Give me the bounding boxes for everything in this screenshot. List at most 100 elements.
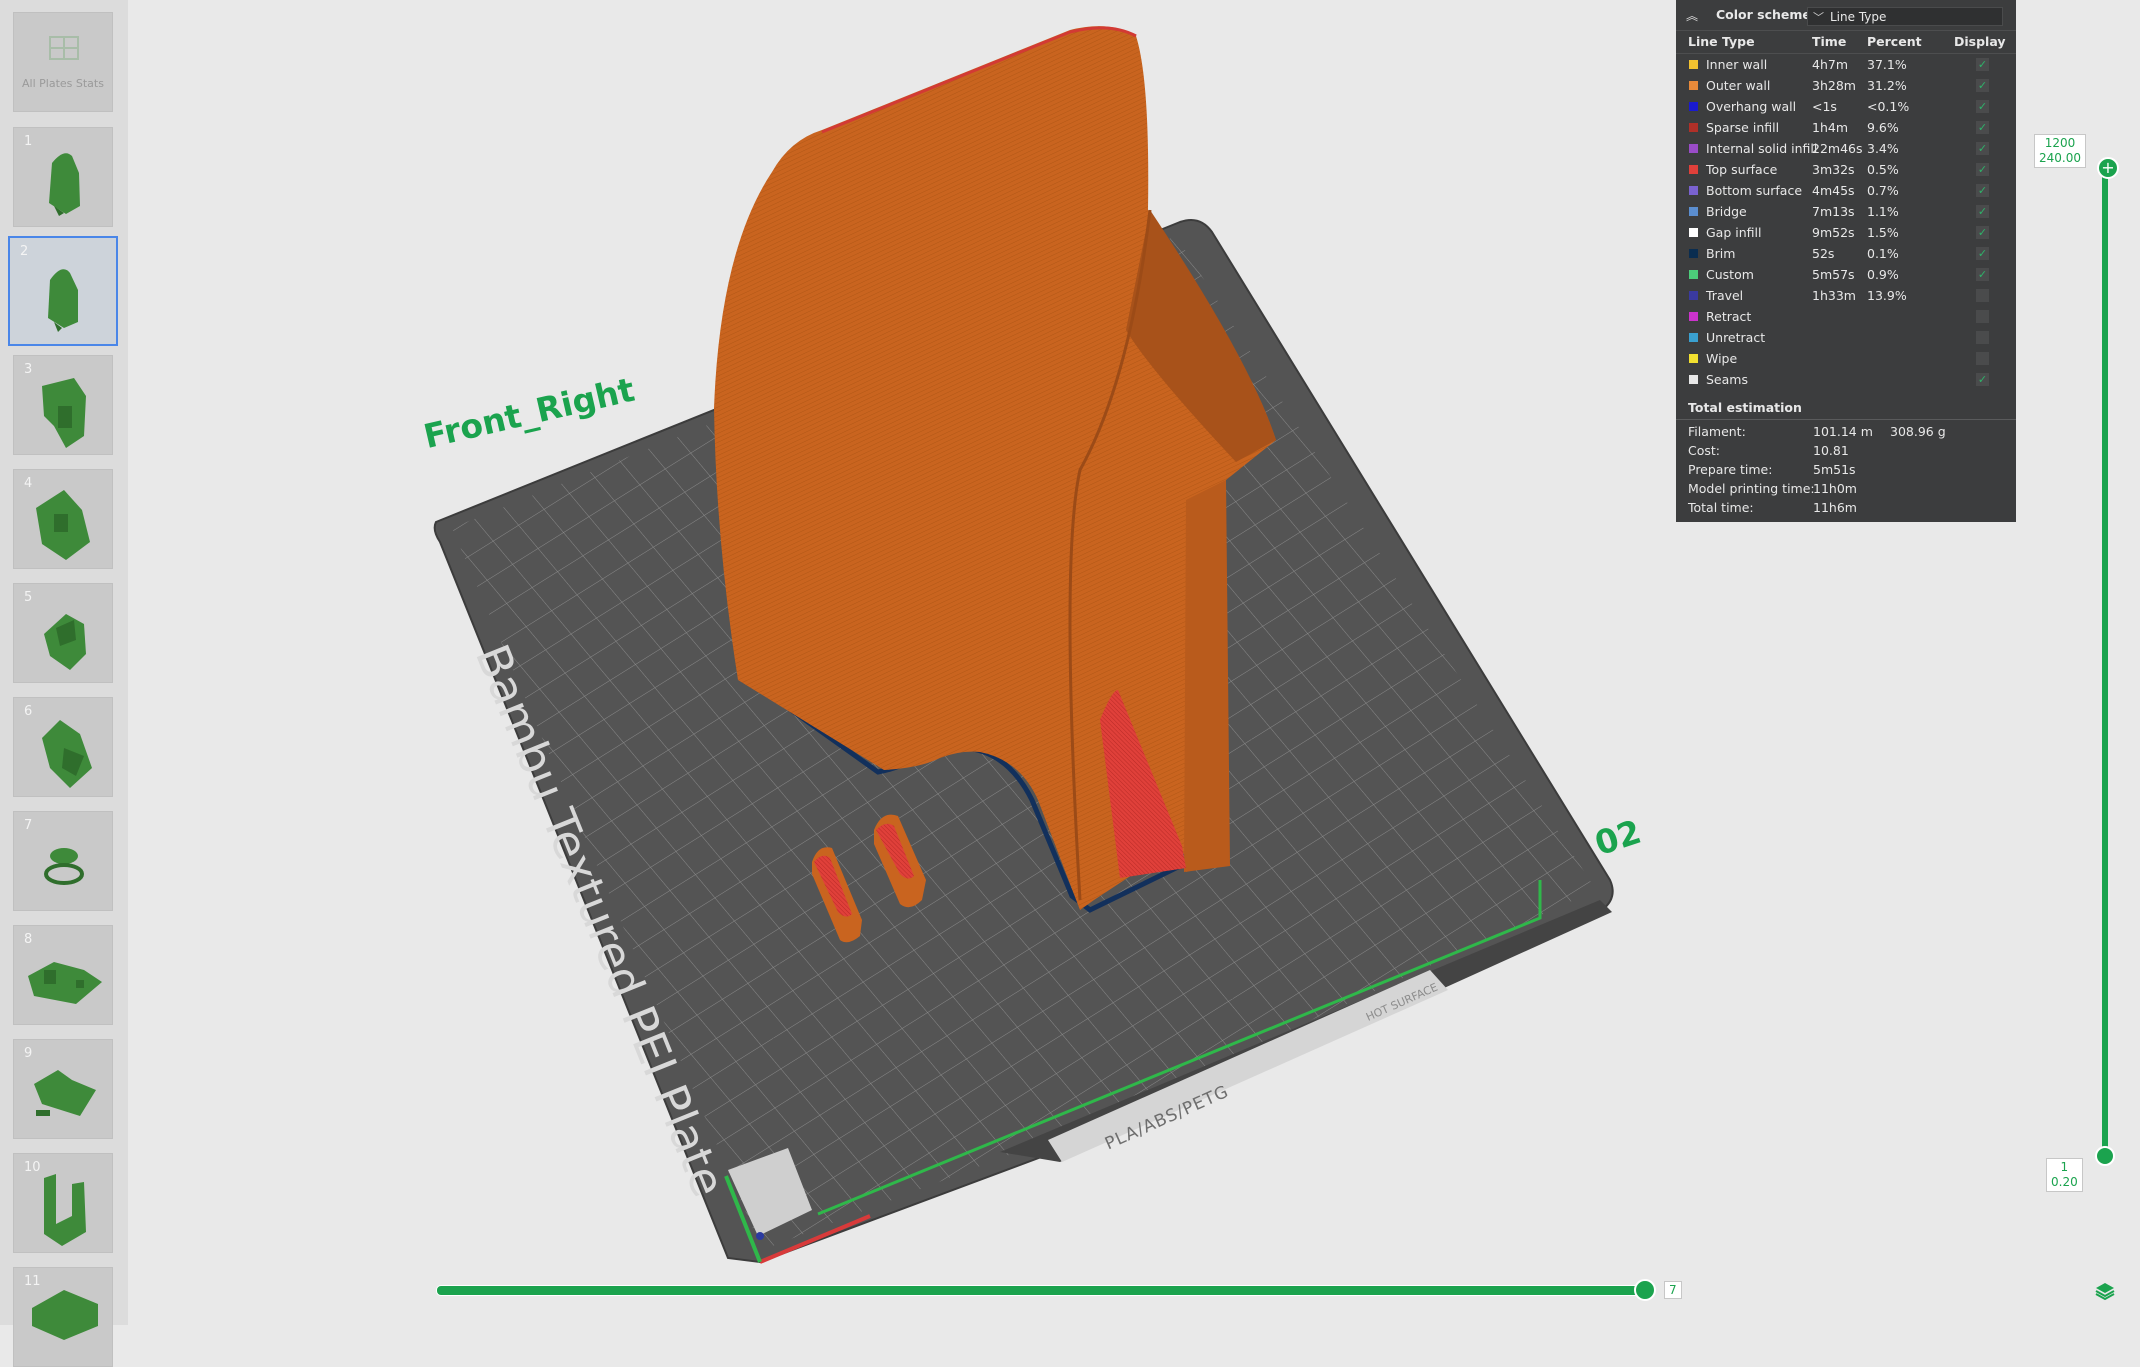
display-checkbox[interactable]: ✓ (1976, 373, 1989, 386)
plate-thumbnail-4[interactable]: 4 (13, 469, 113, 569)
layer-slider-track[interactable] (2102, 168, 2108, 1156)
line-type-swatch (1689, 291, 1698, 300)
line-type-label: Travel (1706, 288, 1744, 303)
legend-row: Sparse infill 1h4m 9.6% ✓ (1676, 117, 2016, 138)
legend-row: Bottom surface 4m45s 0.7% ✓ (1676, 180, 2016, 201)
plate-thumbnail-11[interactable]: 11 (13, 1267, 113, 1367)
line-type-time: 4m45s (1812, 183, 1855, 198)
line-type-percent: 37.1% (1867, 57, 1907, 72)
legend-row: Wipe (1676, 348, 2016, 369)
legend-title: Color scheme (1716, 7, 1811, 22)
column-percent: Percent (1867, 34, 1922, 49)
line-type-swatch (1689, 81, 1698, 90)
plate-thumbnail-5[interactable]: 5 (13, 583, 113, 683)
layer-slider-bottom-handle[interactable] (2095, 1146, 2115, 1166)
prepare-time-value: 5m51s (1813, 462, 1856, 477)
line-type-label: Overhang wall (1706, 99, 1797, 114)
move-slider-value: 7 (1664, 1281, 1682, 1299)
display-checkbox[interactable] (1976, 331, 1989, 344)
legend-row: Outer wall 3h28m 31.2% ✓ (1676, 75, 2016, 96)
plate-thumbnail-3[interactable]: 3 (13, 355, 113, 455)
filament-weight: 308.96 g (1890, 424, 1946, 439)
top-layer-number: 1200 (2044, 136, 2076, 150)
line-type-swatch (1689, 102, 1698, 111)
line-type-swatch (1689, 249, 1698, 258)
bottom-layer-height: 0.20 (2051, 1175, 2078, 1189)
legend-row: Top surface 3m32s 0.5% ✓ (1676, 159, 2016, 180)
line-type-label: Seams (1706, 372, 1748, 387)
legend-column-headers: Line Type Time Percent Display (1676, 31, 2016, 54)
display-checkbox[interactable] (1976, 289, 1989, 302)
line-type-label: Gap infill (1706, 225, 1762, 240)
layer-slider-top-handle[interactable]: + (2097, 157, 2119, 179)
cost-label: Cost: (1688, 443, 1721, 458)
bottom-layer-number: 1 (2060, 1160, 2069, 1174)
line-type-time: 1h4m (1812, 120, 1849, 135)
line-type-time: 1h33m (1812, 288, 1856, 303)
collapse-chevron-icon[interactable]: ︽ (1686, 7, 1698, 24)
line-type-time: 3h28m (1812, 78, 1856, 93)
line-type-percent: 31.2% (1867, 78, 1907, 93)
line-type-label: Wipe (1706, 351, 1738, 366)
column-time: Time (1812, 34, 1847, 49)
plate-model-icon (42, 378, 86, 448)
plate-model-icon (44, 614, 86, 670)
display-checkbox[interactable]: ✓ (1976, 142, 1989, 155)
display-checkbox[interactable]: ✓ (1976, 58, 1989, 71)
move-slider-handle[interactable] (1634, 1279, 1656, 1301)
line-type-percent: 9.6% (1867, 120, 1899, 135)
plate-thumbnail-7[interactable]: 7 (13, 811, 113, 911)
line-type-label: Top surface (1706, 162, 1778, 177)
model-time-label: Model printing time: (1688, 481, 1815, 496)
line-type-label: Retract (1706, 309, 1752, 324)
line-type-label: Custom (1706, 267, 1754, 282)
display-checkbox[interactable]: ✓ (1976, 247, 1989, 260)
display-checkbox[interactable]: ✓ (1976, 205, 1989, 218)
line-type-swatch (1689, 186, 1698, 195)
total-time-row: Total time: 11h6m (1688, 500, 2008, 519)
color-scheme-dropdown[interactable]: ﹀ Line Type (1807, 7, 2003, 26)
plate-thumbnail-9[interactable]: 9 (13, 1039, 113, 1139)
display-checkbox[interactable]: ✓ (1976, 163, 1989, 176)
plate-model-icon (34, 1070, 96, 1116)
legend-row: Gap infill 9m52s 1.5% ✓ (1676, 222, 2016, 243)
display-checkbox[interactable]: ✓ (1976, 184, 1989, 197)
plate-model-icon (28, 962, 102, 1004)
all-plates-stats-thumbnail[interactable]: All Plates Stats (13, 12, 113, 112)
display-checkbox[interactable]: ✓ (1976, 268, 1989, 281)
all-plates-icon (49, 36, 79, 60)
line-type-percent: 13.9% (1867, 288, 1907, 303)
filament-length: 101.14 m (1813, 424, 1873, 439)
model-time-value: 11h0m (1813, 481, 1857, 496)
legend-row: Brim 52s 0.1% ✓ (1676, 243, 2016, 264)
display-checkbox[interactable] (1976, 310, 1989, 323)
plate-thumbnail-1[interactable]: 1 (13, 127, 113, 227)
display-checkbox[interactable] (1976, 352, 1989, 365)
display-checkbox[interactable]: ✓ (1976, 226, 1989, 239)
line-type-swatch (1689, 375, 1698, 384)
plate-thumbnail-8[interactable]: 8 (13, 925, 113, 1025)
display-checkbox[interactable]: ✓ (1976, 79, 1989, 92)
move-slider-track[interactable] (436, 1285, 1653, 1296)
display-checkbox[interactable]: ✓ (1976, 121, 1989, 134)
plate-thumbnail-10[interactable]: 10 (13, 1153, 113, 1253)
plate-thumbnail-6[interactable]: 6 (13, 697, 113, 797)
plate-thumbnail-2[interactable]: 2 (8, 236, 118, 346)
total-estimation: Filament: 101.14 m 308.96 g Cost: 10.81 … (1688, 424, 2008, 519)
layers-icon[interactable] (2094, 1280, 2116, 1302)
line-type-time: <1s (1812, 99, 1837, 114)
line-type-swatch (1689, 165, 1698, 174)
plate-model-icon (36, 490, 90, 560)
line-type-percent: 1.5% (1867, 225, 1899, 240)
line-type-time: 52s (1812, 246, 1835, 261)
display-checkbox[interactable]: ✓ (1976, 100, 1989, 113)
layer-slider-bottom-label: 1 0.20 (2046, 1158, 2083, 1192)
prepare-time-label: Prepare time: (1688, 462, 1773, 477)
layer-slider-top-label: 1200 240.00 (2034, 134, 2086, 168)
all-plates-label: All Plates Stats (22, 77, 104, 90)
model-time-row: Model printing time: 11h0m (1688, 481, 2008, 500)
plate-model-icon (44, 1174, 86, 1246)
plate-model-icon (49, 153, 80, 216)
line-type-label: Outer wall (1706, 78, 1771, 93)
line-type-percent: 3.4% (1867, 141, 1899, 156)
